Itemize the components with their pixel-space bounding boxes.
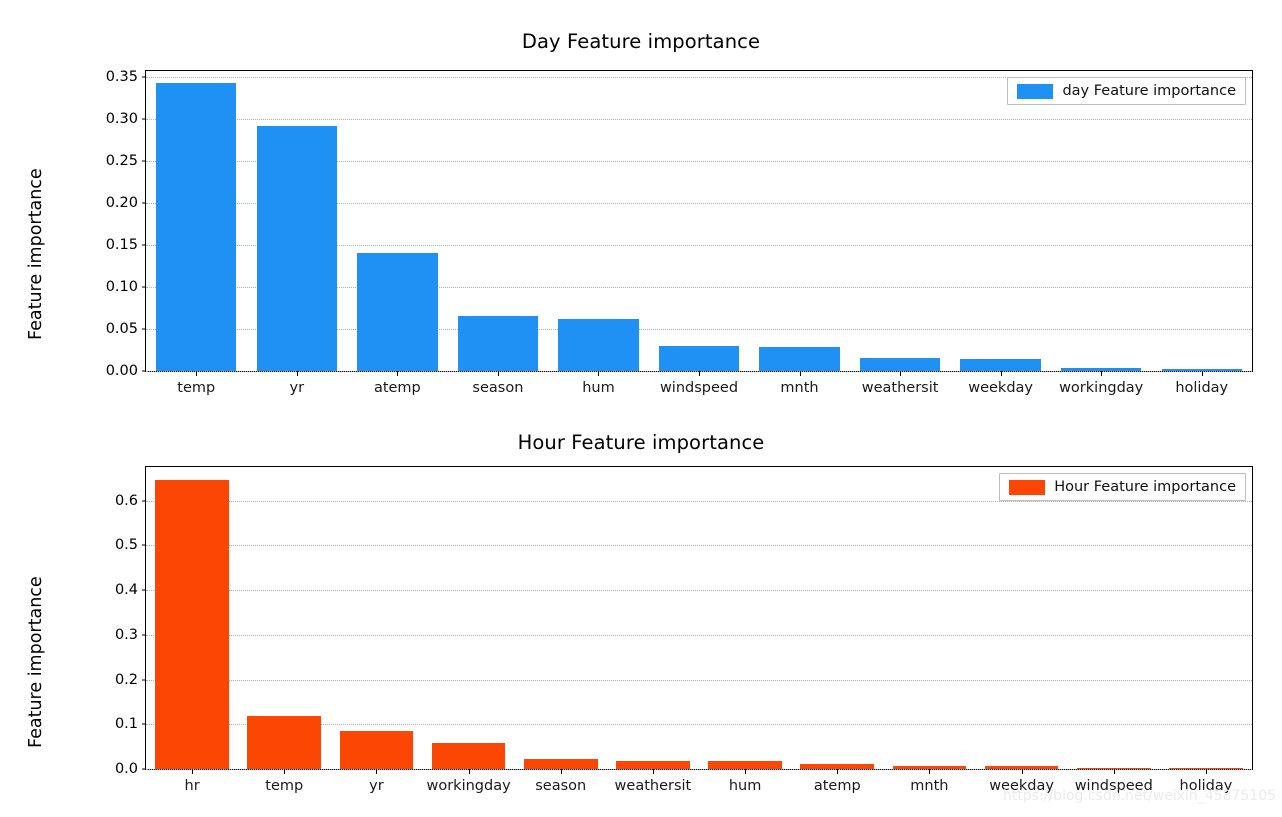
- x-tick-label: temp: [265, 778, 304, 794]
- x-tick-mark: [745, 769, 747, 774]
- bar: [247, 715, 322, 769]
- y-tick-label: 0.6: [114, 492, 138, 509]
- legend-hour[interactable]: Hour Feature importance: [999, 473, 1246, 501]
- y-tick-label: 0.5: [114, 537, 138, 554]
- x-tick-label: yr: [289, 380, 305, 396]
- bar: [558, 318, 639, 371]
- x-tick-label: hr: [184, 778, 200, 794]
- bars-hour: hr temp yr workingday season weathersit hum ate…: [146, 467, 1252, 794]
- x-tick-mark: [929, 769, 931, 774]
- y-tick-label: 0.4: [114, 582, 138, 599]
- chart-title-hour: Hour Feature importance: [517, 431, 765, 454]
- x-tick-mark: [296, 371, 298, 376]
- x-tick-mark: [598, 371, 600, 376]
- x-tick-label: season: [472, 380, 524, 396]
- bar: [616, 761, 690, 769]
- y-tick-label: 0.25: [105, 152, 138, 169]
- x-tick-label: weekday: [968, 380, 1034, 396]
- x-tick-label: yr: [369, 778, 384, 794]
- y-tick-label: 0.15: [105, 236, 138, 253]
- x-tick-mark: [196, 371, 198, 376]
- x-tick-mark: [1205, 769, 1207, 774]
- x-tick-mark: [1000, 371, 1002, 376]
- x-tick-mark: [192, 769, 194, 774]
- x-tick-mark: [376, 769, 378, 774]
- x-tick-mark: [468, 769, 470, 774]
- x-tick-mark: [1101, 371, 1103, 376]
- y-tick-label: 0.00: [105, 363, 138, 379]
- bars-day: temp yr atemp season hum windspeed mnth weather…: [146, 71, 1252, 396]
- x-tick-label: season: [535, 778, 587, 794]
- bar: [658, 345, 740, 371]
- x-tick-label: hum: [582, 380, 615, 396]
- x-tick-label: temp: [177, 380, 216, 396]
- chart-title-day: Day Feature importance: [521, 30, 761, 53]
- x-tick-mark: [652, 769, 654, 774]
- bar: [759, 346, 840, 371]
- x-tick-mark: [900, 371, 902, 376]
- chart-panel-hour: Hour Feature importance Feature importan…: [0, 418, 1282, 798]
- bar: [523, 759, 598, 769]
- bar: [256, 126, 338, 371]
- x-tick-label: mnth: [910, 778, 949, 794]
- bar: [156, 82, 237, 371]
- x-tick-mark: [799, 371, 801, 376]
- x-tick-label: workingday: [1059, 380, 1144, 396]
- x-tick-mark: [1201, 371, 1203, 376]
- legend-day[interactable]: day Feature importance: [1007, 77, 1246, 105]
- x-tick-label: holiday: [1175, 380, 1229, 396]
- x-tick-mark: [699, 371, 700, 376]
- plot-area-day: 0.00 0.05 0.10 0.15 0.20 0.25 0.30 0.35 temp yr a…: [106, 69, 1253, 396]
- legend-swatch-icon: [1017, 83, 1054, 99]
- bar: [339, 730, 414, 769]
- bar: [960, 359, 1041, 371]
- x-tick-label: hum: [728, 778, 762, 794]
- legend-label-day: day Feature importance: [1062, 83, 1236, 99]
- y-tick-label: 0.2: [114, 671, 138, 688]
- y-tick-label: 0.1: [114, 716, 138, 733]
- x-tick-label: weathersit: [614, 778, 692, 794]
- x-tick-mark: [1113, 769, 1115, 774]
- x-tick-label: windspeed: [659, 380, 739, 396]
- y-axis-label-day: Feature importance: [26, 168, 46, 340]
- x-tick-mark: [837, 769, 839, 774]
- x-tick-mark: [284, 769, 286, 774]
- x-tick-label: atemp: [373, 380, 421, 396]
- x-tick-label: atemp: [813, 778, 861, 794]
- y-tick-label: 0.10: [105, 278, 138, 295]
- legend-swatch-icon: [1009, 479, 1046, 495]
- x-tick-mark: [497, 371, 499, 376]
- y-tick-label: 0.35: [105, 68, 138, 85]
- x-tick-label: mnth: [780, 380, 819, 396]
- y-tick-label: 0.30: [105, 110, 138, 127]
- y-tick-label: 0.05: [105, 320, 138, 337]
- legend-label-hour: Hour Feature importance: [1054, 479, 1236, 495]
- plot-area-hour: 0.0 0.1 0.2 0.3 0.4 0.5 0.6 hr temp yr workingday…: [115, 466, 1253, 794]
- x-tick-label: workingday: [426, 778, 511, 794]
- y-axis-label-hour: Feature importance: [26, 576, 46, 748]
- bar: [431, 742, 506, 769]
- figure: Day Feature importance Feature importanc…: [0, 0, 1282, 817]
- bar: [859, 357, 941, 371]
- gridline: [146, 769, 1252, 770]
- x-tick-label: weathersit: [861, 380, 939, 396]
- chart-panel-day: Day Feature importance Feature importanc…: [0, 18, 1282, 396]
- x-tick-mark: [1021, 769, 1023, 774]
- y-tick-label: 0.3: [114, 626, 138, 643]
- bar: [708, 761, 782, 769]
- x-tick-mark: [397, 371, 399, 376]
- y-tick-label: 0.20: [105, 194, 138, 211]
- y-tick-label: 0.0: [114, 761, 138, 777]
- bar: [357, 252, 438, 371]
- bar: [457, 316, 539, 371]
- bar: [155, 479, 229, 769]
- x-tick-mark: [560, 769, 562, 774]
- watermark: https://blog.csdn.net/weixin_45875105: [1003, 788, 1277, 804]
